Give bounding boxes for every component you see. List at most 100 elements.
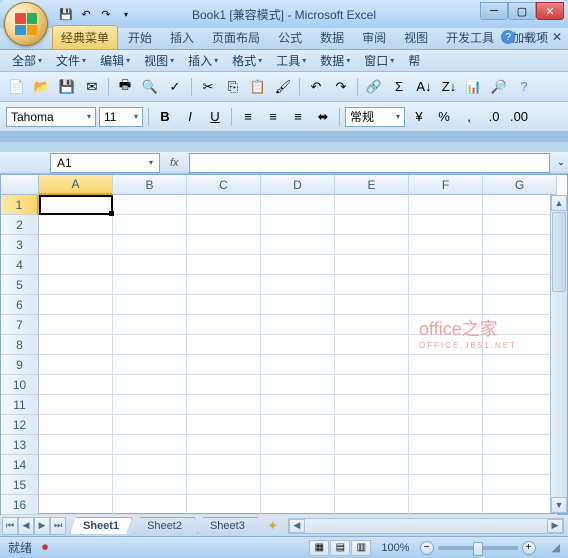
normal-view-icon[interactable]: ▦ [309,540,329,556]
cell[interactable] [187,455,261,475]
cell[interactable] [483,435,557,455]
cell[interactable] [187,195,261,215]
sheet-last-icon[interactable]: ⏭ [50,517,66,535]
cell[interactable] [113,375,187,395]
cell[interactable] [483,455,557,475]
chart-icon[interactable]: 📊 [463,76,485,98]
qat-undo-icon[interactable]: ↶ [78,6,94,22]
scroll-thumb[interactable] [552,212,566,292]
cell[interactable] [483,475,557,495]
cell[interactable] [335,455,409,475]
cell[interactable] [335,495,409,515]
cell[interactable] [187,375,261,395]
cell[interactable] [187,295,261,315]
cell[interactable] [113,335,187,355]
new-icon[interactable]: 📄 [6,76,28,98]
bold-icon[interactable]: B [154,106,176,128]
number-format-dropdown[interactable]: 常规▾ [345,107,405,127]
vertical-scrollbar[interactable]: ▲ ▼ [550,195,567,513]
col-header-A[interactable]: A [39,175,113,195]
cell[interactable] [39,435,113,455]
col-header-E[interactable]: E [335,175,409,195]
row-header-3[interactable]: 3 [1,235,39,255]
cell[interactable] [113,435,187,455]
row-header-4[interactable]: 4 [1,255,39,275]
cell[interactable] [483,495,557,515]
row-header-2[interactable]: 2 [1,215,39,235]
font-name-dropdown[interactable]: Tahoma▾ [6,107,96,127]
fx-button[interactable]: fx [160,157,189,169]
workbook-restore-icon[interactable]: ▫ [540,30,544,44]
cell[interactable] [335,295,409,315]
sheet-prev-icon[interactable]: ◀ [18,517,34,535]
increase-decimal-icon[interactable]: .00 [508,106,530,128]
cell[interactable] [113,495,187,515]
cell[interactable] [261,415,335,435]
row-header-11[interactable]: 11 [1,395,39,415]
cell[interactable] [409,495,483,515]
cell[interactable] [187,335,261,355]
cell[interactable] [261,255,335,275]
print-icon[interactable]: 🖶 [114,76,136,98]
cell[interactable] [483,335,557,355]
close-button[interactable]: ✕ [536,2,564,20]
cell[interactable] [483,415,557,435]
cell[interactable] [409,255,483,275]
cell[interactable] [187,215,261,235]
col-header-G[interactable]: G [483,175,557,195]
merge-icon[interactable]: ⬌ [312,106,334,128]
cell[interactable] [39,195,113,215]
name-box[interactable]: A1▾ [50,153,160,173]
cell[interactable] [335,235,409,255]
row-header-14[interactable]: 14 [1,455,39,475]
menu-view[interactable]: 视图▾ [138,50,180,71]
sheet-first-icon[interactable]: ⏮ [2,517,18,535]
cell[interactable] [187,315,261,335]
cell[interactable] [187,415,261,435]
cell[interactable] [39,415,113,435]
menu-data[interactable]: 数据▾ [314,50,356,71]
macro-record-icon[interactable]: ⏺ [42,540,48,555]
cell[interactable] [261,215,335,235]
open-icon[interactable]: 📂 [31,76,53,98]
align-right-icon[interactable]: ≡ [287,106,309,128]
cell[interactable] [261,355,335,375]
cell[interactable] [261,395,335,415]
cell[interactable] [409,295,483,315]
menu-help[interactable]: 帮 [402,50,426,71]
row-header-6[interactable]: 6 [1,295,39,315]
decrease-decimal-icon[interactable]: .0 [483,106,505,128]
cell[interactable] [39,315,113,335]
comma-icon[interactable]: , [458,106,480,128]
cell[interactable] [335,475,409,495]
cell[interactable] [409,455,483,475]
cell[interactable] [113,235,187,255]
cell[interactable] [335,355,409,375]
cell[interactable] [187,235,261,255]
cell[interactable] [39,215,113,235]
row-header-15[interactable]: 15 [1,475,39,495]
cell[interactable] [39,475,113,495]
cell[interactable] [409,315,483,335]
cell[interactable] [409,275,483,295]
cell[interactable] [409,375,483,395]
cell[interactable] [335,435,409,455]
menu-tools[interactable]: 工具▾ [270,50,312,71]
currency-icon[interactable]: ¥ [408,106,430,128]
scroll-right-icon[interactable]: ▶ [547,519,563,533]
cell[interactable] [409,395,483,415]
row-header-10[interactable]: 10 [1,375,39,395]
cell[interactable] [409,195,483,215]
row-header-8[interactable]: 8 [1,335,39,355]
cell[interactable] [335,335,409,355]
row-header-12[interactable]: 12 [1,415,39,435]
cell[interactable] [113,475,187,495]
cell[interactable] [409,335,483,355]
cell[interactable] [261,195,335,215]
cell[interactable] [113,195,187,215]
tab-insert[interactable]: 插入 [162,26,202,49]
cell[interactable] [335,255,409,275]
menu-all[interactable]: 全部▾ [6,50,48,71]
tab-review[interactable]: 审阅 [354,26,394,49]
cell[interactable] [261,315,335,335]
